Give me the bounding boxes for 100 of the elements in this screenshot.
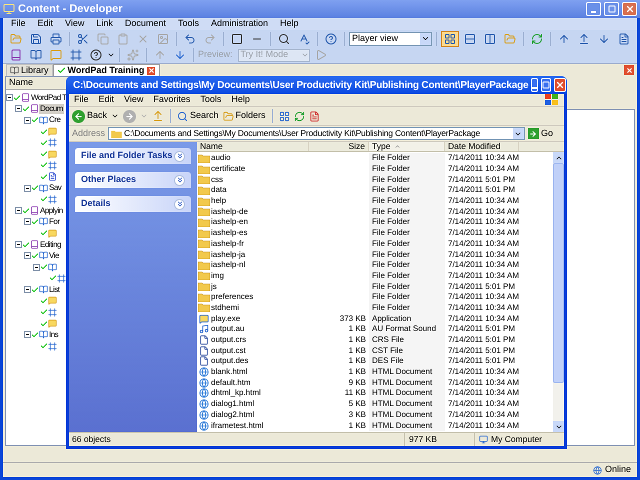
- menu-item[interactable]: Tools: [200, 93, 222, 107]
- address-field[interactable]: C:\Documents and Settings\My Documents\User Productivity Kit\Publishing Content\PlayerPackage: [108, 127, 525, 140]
- menu-item[interactable]: Help: [280, 17, 298, 31]
- file-name[interactable]: css: [211, 174, 223, 186]
- menu-item[interactable]: Favorites: [153, 93, 190, 107]
- folder-icon: [198, 282, 210, 292]
- file-name[interactable]: iashelp-es: [211, 227, 248, 240]
- file-type: File Folder: [372, 195, 410, 208]
- task-panel-header[interactable]: File and Folder Tasks: [75, 148, 191, 164]
- file-name[interactable]: dhtml_kp.html: [211, 387, 261, 400]
- tree-item[interactable]: For: [48, 216, 60, 227]
- file-name[interactable]: iashelp-de: [211, 206, 248, 218]
- task-panel-header[interactable]: Other Places: [75, 172, 191, 188]
- task-panel-header[interactable]: Details: [75, 196, 191, 212]
- maximize-button[interactable]: [541, 78, 552, 92]
- tree-item[interactable]: Applyin: [39, 206, 64, 216]
- menu-item[interactable]: Link: [96, 17, 113, 31]
- minimize-button[interactable]: [586, 2, 601, 16]
- tree-item[interactable]: Editing: [39, 240, 62, 250]
- minimize-button[interactable]: [531, 78, 538, 92]
- back-button[interactable]: Back: [72, 109, 108, 123]
- scroll-down-icon[interactable]: [553, 421, 564, 432]
- file-name[interactable]: js: [211, 280, 217, 293]
- file-name[interactable]: dialog1.html: [211, 398, 254, 410]
- close-button[interactable]: [554, 78, 566, 92]
- collapse-toggle[interactable]: [24, 286, 31, 294]
- view-dropdown[interactable]: Player view: [349, 32, 432, 46]
- maximize-button[interactable]: [604, 2, 619, 16]
- menu-item[interactable]: Administration: [210, 17, 268, 31]
- tree-item[interactable]: Cre: [48, 115, 62, 126]
- file-name[interactable]: data: [211, 184, 227, 196]
- scrollbar[interactable]: [553, 152, 564, 432]
- views-icon[interactable]: [278, 110, 290, 122]
- date-modified: 7/14/2011 10:34 AM: [448, 378, 520, 387]
- flag-logo-icon: [545, 94, 559, 106]
- close-tab-icon[interactable]: [146, 66, 156, 76]
- file-size: 1 KB: [348, 335, 366, 344]
- file-name[interactable]: audio: [211, 152, 231, 164]
- caret-icon[interactable]: [107, 51, 115, 59]
- file-name[interactable]: dialog2.html: [211, 408, 254, 421]
- book-icon: [39, 330, 48, 340]
- file-name[interactable]: iashelp-en: [211, 216, 248, 228]
- menu-item[interactable]: File: [11, 17, 26, 31]
- menu-item[interactable]: Edit: [98, 93, 114, 107]
- globe-icon: [199, 420, 209, 431]
- search-button[interactable]: Search: [177, 109, 219, 123]
- file-name[interactable]: default.htm: [211, 376, 251, 389]
- file-type: HTML Document: [372, 366, 432, 378]
- tree-item[interactable]: List: [48, 284, 60, 295]
- file-name[interactable]: certificate: [211, 163, 246, 176]
- file-type: HTML Document: [372, 398, 432, 410]
- collapse-toggle[interactable]: [24, 331, 31, 338]
- tab[interactable]: Library: [6, 64, 53, 76]
- column-header[interactable]: Date Modified: [445, 142, 519, 151]
- file-name[interactable]: iashelp-nl: [211, 259, 246, 272]
- file-name[interactable]: help: [211, 195, 226, 208]
- close-button[interactable]: [622, 2, 637, 16]
- tree-item[interactable]: Sav: [48, 183, 62, 194]
- search-icon: [177, 110, 188, 122]
- file-name[interactable]: iframetest.html: [211, 420, 264, 432]
- folders-button[interactable]: Folders: [222, 109, 266, 123]
- tree-item[interactable]: Vie: [48, 250, 60, 261]
- menu-item[interactable]: Edit: [38, 17, 54, 31]
- menu-item[interactable]: View: [65, 17, 84, 31]
- grid-layout-icon[interactable]: [441, 30, 459, 46]
- file-name[interactable]: img: [211, 270, 224, 282]
- folder-icon: [198, 271, 210, 280]
- menu-item[interactable]: Tools: [178, 17, 199, 31]
- file-name[interactable]: iashelp-ja: [211, 248, 246, 261]
- file-name[interactable]: output.cst: [211, 344, 246, 357]
- menu-item[interactable]: Help: [231, 93, 250, 107]
- collapse-toggle[interactable]: [24, 184, 31, 192]
- file-name[interactable]: stdhemi: [211, 302, 240, 314]
- file-name[interactable]: play.exe: [211, 312, 240, 325]
- file-name[interactable]: output.des: [211, 355, 248, 368]
- column-header[interactable]: Type: [369, 142, 445, 151]
- file-name[interactable]: iashelp-fr: [211, 238, 244, 250]
- scroll-thumb[interactable]: [553, 163, 564, 383]
- folder-icon: [198, 207, 210, 216]
- menu-item[interactable]: View: [124, 93, 144, 107]
- tree-item[interactable]: Ins: [48, 330, 60, 340]
- tab[interactable]: WordPad Training: [52, 64, 160, 76]
- column-header[interactable]: Name: [197, 142, 309, 151]
- sync-icon[interactable]: [294, 110, 305, 122]
- column-header[interactable]: Name: [6, 77, 64, 89]
- book-icon: [39, 184, 48, 193]
- file-name[interactable]: preferences: [211, 291, 254, 304]
- menu-item[interactable]: Document: [124, 17, 166, 31]
- close-pane-icon[interactable]: [624, 65, 634, 75]
- book-icon: [39, 251, 48, 260]
- globe-icon: [199, 399, 209, 410]
- file-type: File Folder: [372, 152, 410, 164]
- file-name[interactable]: output.crs: [211, 334, 246, 346]
- scroll-up-icon[interactable]: [553, 152, 564, 163]
- menu-item[interactable]: File: [74, 93, 89, 107]
- file-name[interactable]: blank.html: [211, 366, 248, 378]
- tree-item[interactable]: Docum: [39, 104, 64, 114]
- file-name[interactable]: output.au: [211, 323, 244, 336]
- go-button[interactable]: Go: [528, 126, 561, 140]
- caret-icon[interactable]: [111, 112, 120, 120]
